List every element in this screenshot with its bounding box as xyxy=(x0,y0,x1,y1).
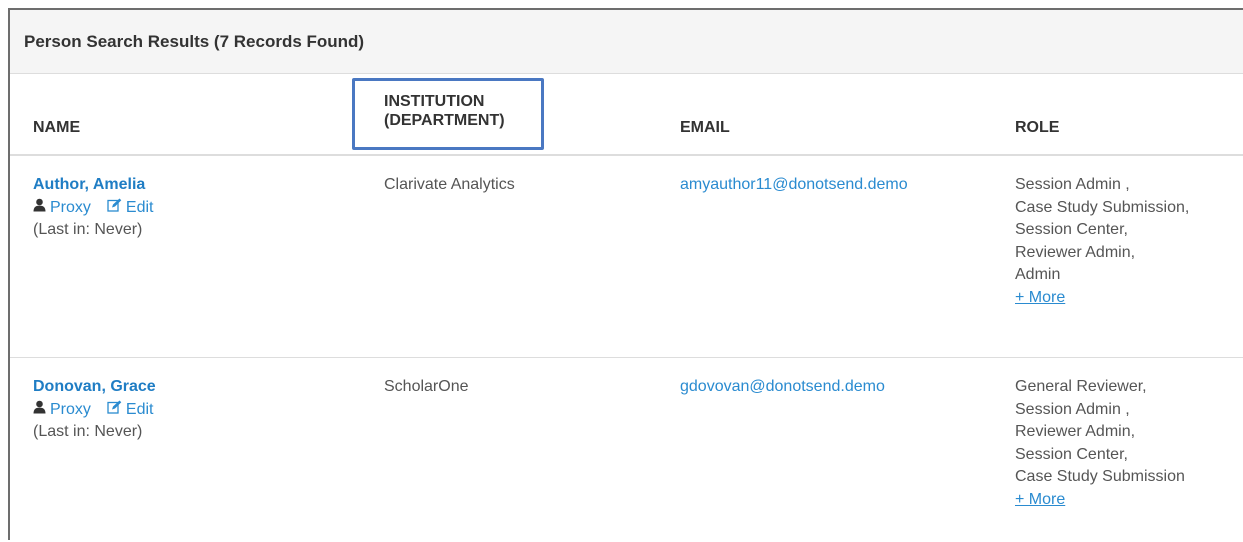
role-item: General Reviewer, xyxy=(1015,378,1147,395)
name-cell: Donovan, Grace Proxy Edit (Last in: Neve… xyxy=(33,376,156,444)
row-actions: Proxy Edit xyxy=(33,197,153,220)
role-item: Session Admin , xyxy=(1015,176,1130,193)
edit-link[interactable]: Edit xyxy=(126,197,154,220)
table-row: Donovan, Grace Proxy Edit (Last in: Neve… xyxy=(10,358,1243,542)
table-header: NAME INSTITUTION (DEPARTMENT) EMAIL ROLE xyxy=(10,74,1243,156)
email-link[interactable]: amyauthor11@donotsend.demo xyxy=(680,176,908,193)
last-login-text: (Last in: Never) xyxy=(33,423,143,440)
role-item: Session Center, xyxy=(1015,221,1128,238)
more-roles-link[interactable]: + More xyxy=(1015,489,1243,512)
name-cell: Author, Amelia Proxy Edit (Last in: Neve… xyxy=(33,174,153,242)
role-cell: Session Admin , Case Study Submission, S… xyxy=(1015,174,1243,309)
panel-heading: Person Search Results (7 Records Found) xyxy=(10,10,1243,74)
column-highlight-box xyxy=(352,78,544,150)
user-icon xyxy=(33,197,46,220)
proxy-link[interactable]: Proxy xyxy=(50,197,91,220)
email-link[interactable]: gdovovan@donotsend.demo xyxy=(680,378,885,395)
user-icon xyxy=(33,399,46,422)
edit-icon xyxy=(107,197,122,220)
last-login-text: (Last in: Never) xyxy=(33,221,143,238)
edit-icon xyxy=(107,399,122,422)
column-header-name[interactable]: NAME xyxy=(33,118,80,137)
search-results-panel: Person Search Results (7 Records Found) … xyxy=(8,8,1243,540)
email-cell: gdovovan@donotsend.demo xyxy=(680,376,885,399)
institution-cell: Clarivate Analytics xyxy=(384,176,515,193)
role-cell: General Reviewer, Session Admin , Review… xyxy=(1015,376,1243,511)
person-name-link[interactable]: Donovan, Grace xyxy=(33,376,156,399)
more-roles-link[interactable]: + More xyxy=(1015,287,1243,310)
role-item: Case Study Submission xyxy=(1015,468,1185,485)
column-header-role[interactable]: ROLE xyxy=(1015,118,1059,137)
edit-link[interactable]: Edit xyxy=(126,399,154,422)
role-item: Reviewer Admin, xyxy=(1015,243,1136,261)
role-item: Admin xyxy=(1015,266,1061,283)
row-actions: Proxy Edit xyxy=(33,399,156,422)
table-row: Author, Amelia Proxy Edit (Last in: Neve… xyxy=(10,156,1243,358)
proxy-link[interactable]: Proxy xyxy=(50,399,91,422)
role-item: Session Center, xyxy=(1015,445,1128,463)
person-name-link[interactable]: Author, Amelia xyxy=(33,174,153,197)
role-item: Case Study Submission, xyxy=(1015,198,1190,216)
email-cell: amyauthor11@donotsend.demo xyxy=(680,174,908,197)
institution-cell: ScholarOne xyxy=(384,378,469,395)
role-item: Session Admin , xyxy=(1015,400,1130,418)
panel-title: Person Search Results (7 Records Found) xyxy=(24,32,365,51)
column-header-email[interactable]: EMAIL xyxy=(680,118,730,137)
role-item: Reviewer Admin, xyxy=(1015,423,1136,440)
